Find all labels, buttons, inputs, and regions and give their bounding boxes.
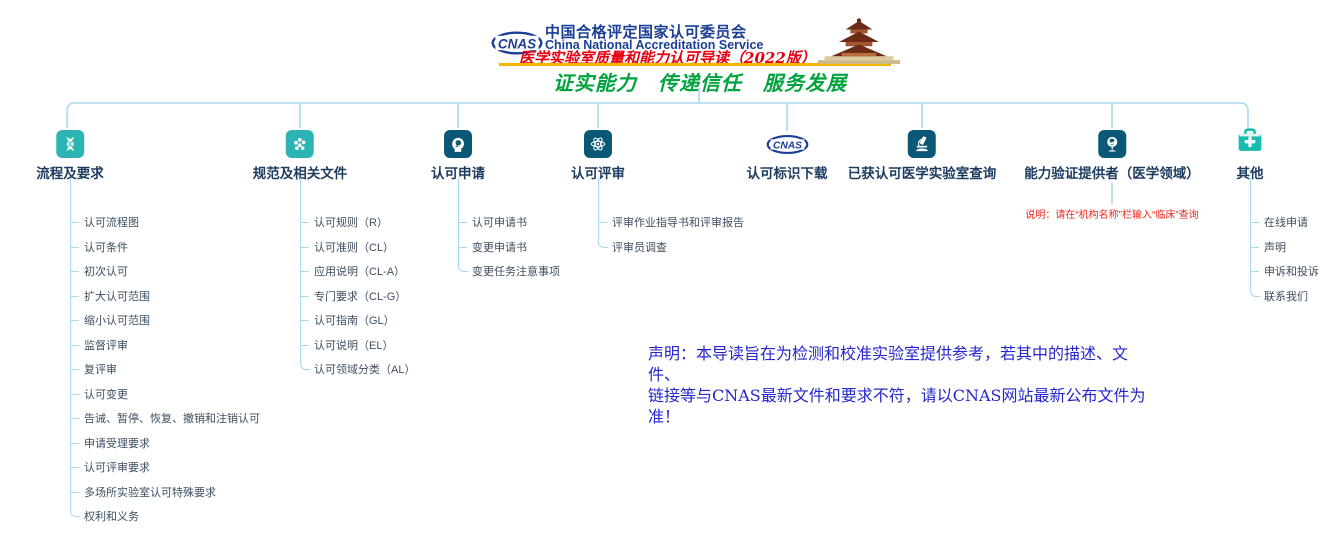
microscope-icon <box>908 130 936 158</box>
tree-item[interactable]: 告诫、暂停、恢复、撤销和注销认可 <box>70 406 260 431</box>
tree-item[interactable]: 复评审 <box>70 357 260 382</box>
tree-item[interactable]: 申诉和投诉 <box>1250 259 1319 284</box>
tree-item[interactable]: 变更申请书 <box>458 235 560 260</box>
tree-item[interactable]: 评审员调查 <box>598 235 744 260</box>
tree-item[interactable]: 专门要求（CL-G） <box>300 284 415 309</box>
branch-pt-providers-medical: 能力验证提供者（医学领域） <box>1024 129 1200 182</box>
tree-item[interactable]: 认可申请书 <box>458 210 560 235</box>
branch-accreditation-application: 认可申请 <box>431 129 485 182</box>
branch-accreditation-assessment: 认可评审 <box>571 129 625 182</box>
tree-item[interactable]: 多场所实验室认可特殊要求 <box>70 480 260 505</box>
branch-standards-and-documents: 规范及相关文件 <box>253 129 348 182</box>
tree-item[interactable]: 声明 <box>1250 235 1319 260</box>
branch-accredited-medical-lab-search: 已获认可医学实验室查询 <box>848 129 997 182</box>
connector-line <box>67 103 1248 128</box>
atom-icon <box>584 130 612 158</box>
tree-item[interactable]: 评审作业指导书和评审报告 <box>598 210 744 235</box>
tree-item[interactable]: 认可领域分类（AL） <box>300 357 415 382</box>
branch-sublist: 认可申请书变更申请书变更任务注意事项 <box>458 178 560 284</box>
medkit-icon <box>1235 127 1265 161</box>
tree-item[interactable]: 认可说明（EL） <box>300 333 415 358</box>
cnas-guide-mindmap: CNAS 中国合格评定国家认可委员会 China National Accred… <box>0 0 1337 541</box>
tree-item[interactable]: 监督评审 <box>70 333 260 358</box>
branch-label[interactable]: 已获认可医学实验室查询 <box>848 162 997 182</box>
disclaimer-line: 声明：本导读旨在为检测和校准实验室提供参考，若其中的描述、文件、 <box>648 343 1158 385</box>
slogan: 证实能力 传递信任 服务发展 <box>553 67 847 96</box>
tree-item[interactable]: 认可条件 <box>70 235 260 260</box>
branch-sublist: 认可规则（R）认可准则（CL）应用说明（CL-A）专门要求（CL-G）认可指南（… <box>300 178 415 382</box>
branch-sublist: 在线申请声明申诉和投诉联系我们 <box>1250 178 1319 308</box>
tree-item[interactable]: 申请受理要求 <box>70 431 260 456</box>
tree-item[interactable]: 初次认可 <box>70 259 260 284</box>
disclaimer-text: 声明：本导读旨在为检测和校准实验室提供参考，若其中的描述、文件、 链接等与CNA… <box>648 343 1158 427</box>
tree-item[interactable]: 变更任务注意事项 <box>458 259 560 284</box>
branch-label[interactable]: 认可标识下载 <box>747 162 828 182</box>
head-profile-icon <box>444 130 472 158</box>
globe-icon <box>1098 130 1126 158</box>
tree-item[interactable]: 认可指南（GL） <box>300 308 415 333</box>
tree-item[interactable]: 认可变更 <box>70 382 260 407</box>
molecule-icon <box>286 130 314 158</box>
tree-item[interactable]: 扩大认可范围 <box>70 284 260 309</box>
branch-accreditation-mark-download: CNAS 认可标识下载 <box>747 129 828 182</box>
branch-process-and-requirements: 流程及要求 <box>36 129 104 182</box>
tree-item[interactable]: 缩小认可范围 <box>70 308 260 333</box>
tree-item[interactable]: 认可流程图 <box>70 210 260 235</box>
tree-item[interactable]: 联系我们 <box>1250 284 1319 309</box>
cnas-logo-icon: CNAS <box>765 129 809 159</box>
svg-text:CNAS: CNAS <box>772 140 801 151</box>
branch-sublist: 认可流程图认可条件初次认可扩大认可范围缩小认可范围监督评审复评审认可变更告诫、暂… <box>70 178 260 529</box>
disclaimer-line: 链接等与CNAS最新文件和要求不符，请以CNAS网站最新公布文件为准！ <box>648 385 1158 427</box>
branch-sublist: 评审作业指导书和评审报告评审员调查 <box>598 178 744 259</box>
tree-item[interactable]: 认可评审要求 <box>70 455 260 480</box>
tree-item[interactable]: 在线申请 <box>1250 210 1319 235</box>
branch-others: 其他 <box>1235 129 1265 182</box>
dna-icon <box>56 130 84 158</box>
query-hint-note: 说明：请在“机构名称”栏输入“临床”查询 <box>1025 206 1198 221</box>
branch-label[interactable]: 能力验证提供者（医学领域） <box>1024 162 1200 182</box>
tree-item[interactable]: 认可规则（R） <box>300 210 415 235</box>
temple-illustration <box>816 16 902 71</box>
tree-item[interactable]: 权利和义务 <box>70 504 260 529</box>
tree-item[interactable]: 应用说明（CL-A） <box>300 259 415 284</box>
tree-item[interactable]: 认可准则（CL） <box>300 235 415 260</box>
